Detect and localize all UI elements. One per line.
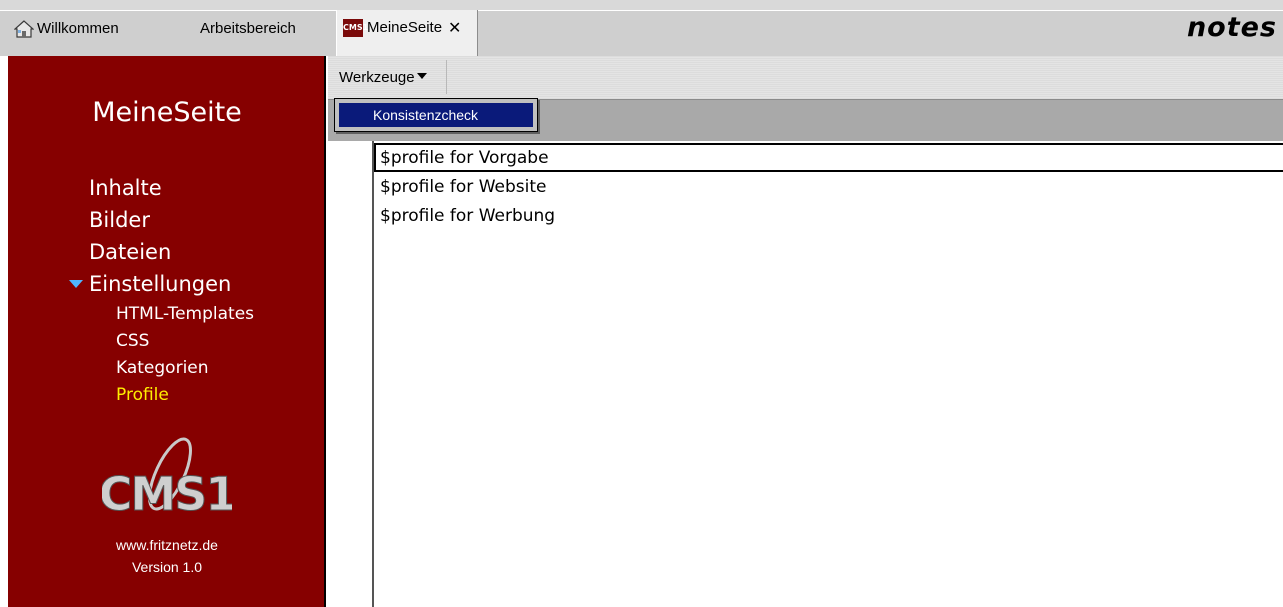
cms1-logo-text: CMS1 — [102, 467, 232, 521]
list-item[interactable]: $profile for Vorgabe — [374, 143, 1283, 172]
cms1-logo-graphic: CMS1 — [102, 437, 232, 522]
app-title: MeineSeite — [92, 97, 242, 128]
nav-einstellungen-children: HTML-Templates CSS Kategorien Profile — [116, 301, 254, 409]
cms1-logo: CMS1 — [8, 434, 326, 524]
werkzeuge-menu-label: Werkzeuge — [339, 68, 415, 86]
list-item[interactable]: $profile for Website — [374, 172, 1283, 201]
tab-willkommen[interactable]: Willkommen — [14, 10, 164, 58]
toolbar: Werkzeuge — [328, 56, 1283, 99]
tab-meineseite-label: MeineSeite — [367, 19, 443, 36]
werkzeuge-dropdown: Konsistenzcheck — [334, 98, 538, 132]
tab-arbeitsbereich[interactable]: Arbeitsbereich — [200, 10, 320, 58]
version-label: Version 1.0 — [131, 559, 203, 575]
sidebar-nav: Inhalte Bilder Dateien Einstellungen HTM… — [69, 172, 254, 409]
nav-einstellungen-label: Einstellungen — [89, 272, 232, 296]
list-item[interactable]: $profile for Werbung — [374, 201, 1283, 230]
tab-willkommen-label: Willkommen — [37, 20, 119, 37]
triangle-down-icon — [69, 280, 83, 288]
close-icon[interactable]: ✕ — [448, 18, 461, 38]
caret-down-icon — [416, 72, 427, 79]
tab-bar: Willkommen Arbeitsbereich CMS1 MeineSeit… — [0, 0, 1283, 56]
nav-css[interactable]: CSS — [116, 328, 254, 355]
nav-bilder[interactable]: Bilder — [89, 204, 254, 236]
tab-meineseite[interactable]: CMS1 MeineSeite ✕ — [336, 10, 478, 56]
brand-logo: notes — [1186, 12, 1277, 43]
tab-arbeitsbereich-label: Arbeitsbereich — [200, 20, 296, 37]
werkzeuge-menu-button[interactable]: Werkzeuge — [333, 60, 447, 94]
cms1-tab-icon: CMS1 — [343, 19, 368, 37]
nav-dateien[interactable]: Dateien — [89, 236, 254, 268]
nav-inhalte[interactable]: Inhalte — [89, 172, 254, 204]
menu-item-konsistenzcheck[interactable]: Konsistenzcheck — [339, 103, 533, 127]
content-area: $profile for Vorgabe $profile for Websit… — [328, 141, 1283, 607]
site-url: www.fritznetz.de — [116, 537, 218, 553]
home-icon — [14, 20, 34, 38]
nav-kategorien[interactable]: Kategorien — [116, 355, 254, 382]
nav-profile[interactable]: Profile — [116, 382, 254, 409]
tab-strip — [0, 10, 1283, 56]
nav-einstellungen[interactable]: Einstellungen — [69, 268, 254, 300]
nav-html-templates[interactable]: HTML-Templates — [116, 301, 254, 328]
sidebar: MeineSeite Inhalte Bilder Dateien Einste… — [8, 56, 326, 607]
profile-list: $profile for Vorgabe $profile for Websit… — [374, 143, 1283, 230]
